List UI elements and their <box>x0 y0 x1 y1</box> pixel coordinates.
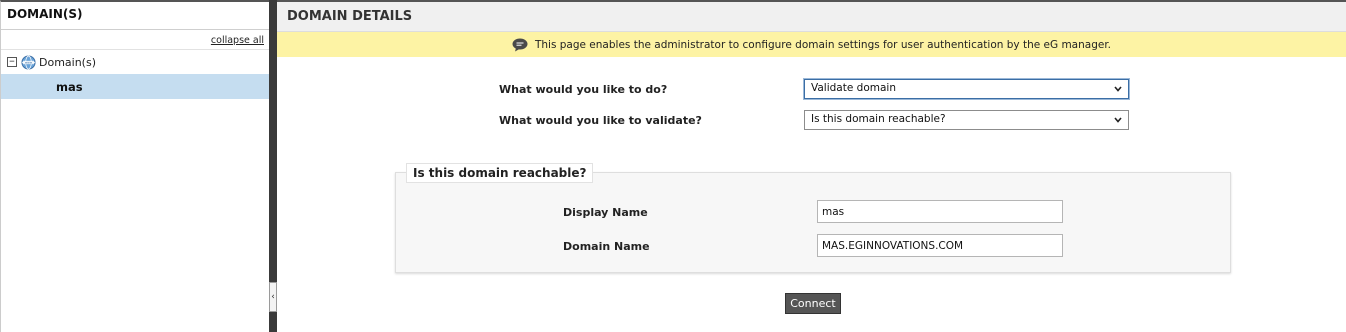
panel-title: DOMAIN(S) <box>1 2 269 30</box>
connect-button[interactable]: Connect <box>785 293 841 314</box>
tree-item-label: Domain(s) <box>39 55 96 69</box>
domain-name-field[interactable] <box>817 234 1063 257</box>
info-banner: This page enables the administrator to c… <box>277 32 1346 57</box>
validate-select[interactable]: Is this domain reachable? <box>804 110 1129 130</box>
collapse-all-link[interactable]: collapse all <box>211 35 264 46</box>
speech-bubble-icon <box>512 38 528 51</box>
reachability-section <box>395 172 1231 273</box>
collapse-row: collapse all <box>1 30 269 50</box>
tree-collapse-toggle[interactable]: − <box>7 57 17 67</box>
section-title: Is this domain reachable? <box>406 163 594 183</box>
action-select[interactable]: Validate domain <box>804 79 1129 99</box>
validate-select-value: Is this domain reachable? <box>811 113 946 125</box>
svg-text:www: www <box>25 60 33 64</box>
domains-panel: DOMAIN(S) collapse all − www Domain(s) m… <box>0 0 269 332</box>
panel-splitter[interactable]: ‹ <box>269 0 277 332</box>
validate-label: What would you like to validate? <box>499 114 702 127</box>
info-text: This page enables the administrator to c… <box>534 38 1112 51</box>
domain-name-label: Domain Name <box>563 240 650 253</box>
display-name-field[interactable] <box>817 200 1063 223</box>
chevron-down-icon <box>1114 86 1122 92</box>
globe-icon: www <box>21 54 36 70</box>
page-title: DOMAIN DETAILS <box>277 2 1346 32</box>
collapse-panel-handle[interactable]: ‹ <box>269 282 277 312</box>
display-name-label: Display Name <box>563 206 648 219</box>
tree-item-mas[interactable]: mas <box>1 74 269 99</box>
chevron-down-icon <box>1114 117 1122 123</box>
tree-item-domains[interactable]: − www Domain(s) <box>1 50 269 74</box>
domain-details-panel: DOMAIN DETAILS This page enables the adm… <box>277 0 1346 332</box>
action-select-value: Validate domain <box>811 82 896 94</box>
action-label: What would you like to do? <box>499 83 668 96</box>
